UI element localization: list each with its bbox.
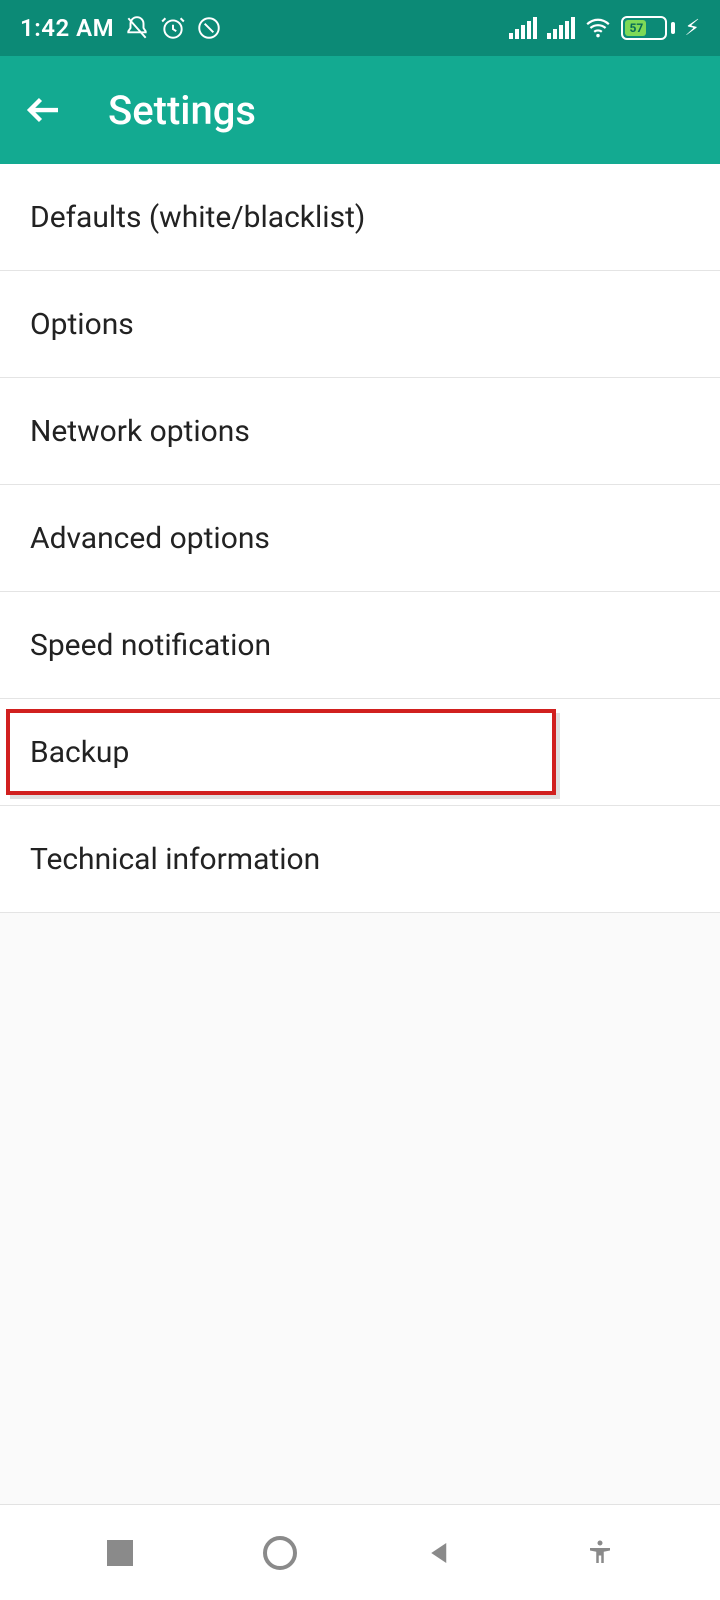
settings-item-backup[interactable]: Backup — [0, 699, 720, 806]
status-clock: 1:42 AM — [20, 14, 114, 42]
app-bar: Settings — [0, 56, 720, 164]
settings-item-label: Network options — [30, 414, 250, 449]
settings-item-advanced-options[interactable]: Advanced options — [0, 485, 720, 592]
alarm-icon — [160, 15, 186, 41]
settings-item-label: Technical information — [30, 842, 320, 877]
status-bar: 1:42 AM 57 ⚡︎ — [0, 0, 720, 56]
page-title: Settings — [108, 87, 256, 134]
settings-item-label: Options — [30, 307, 134, 342]
signal-2-icon — [547, 17, 575, 39]
status-left: 1:42 AM — [20, 14, 222, 42]
nav-back-button[interactable] — [416, 1529, 464, 1577]
wifi-icon — [585, 15, 611, 41]
battery-percent: 57 — [629, 21, 643, 35]
circle-icon — [263, 1536, 297, 1570]
notifications-off-icon — [124, 15, 150, 41]
nav-recents-button[interactable] — [96, 1529, 144, 1577]
settings-item-options[interactable]: Options — [0, 271, 720, 378]
status-right: 57 ⚡︎ — [509, 15, 700, 41]
dnd-icon — [196, 15, 222, 41]
back-button[interactable] — [20, 86, 68, 134]
settings-item-label: Backup — [30, 735, 129, 770]
settings-list: Defaults (white/blacklist) Options Netwo… — [0, 164, 720, 913]
signal-1-icon — [509, 17, 537, 39]
settings-item-technical-information[interactable]: Technical information — [0, 806, 720, 913]
battery-indicator: 57 — [621, 16, 675, 40]
settings-item-label: Defaults (white/blacklist) — [30, 200, 365, 235]
settings-item-defaults[interactable]: Defaults (white/blacklist) — [0, 164, 720, 271]
triangle-left-icon — [425, 1538, 455, 1568]
nav-home-button[interactable] — [256, 1529, 304, 1577]
settings-item-label: Speed notification — [30, 628, 271, 663]
nav-accessibility-button[interactable] — [576, 1529, 624, 1577]
accessibility-icon — [585, 1538, 615, 1568]
square-icon — [107, 1540, 133, 1566]
settings-item-network-options[interactable]: Network options — [0, 378, 720, 485]
settings-item-speed-notification[interactable]: Speed notification — [0, 592, 720, 699]
settings-item-label: Advanced options — [30, 521, 270, 556]
navigation-bar — [0, 1504, 720, 1600]
charging-icon: ⚡︎ — [685, 16, 700, 41]
